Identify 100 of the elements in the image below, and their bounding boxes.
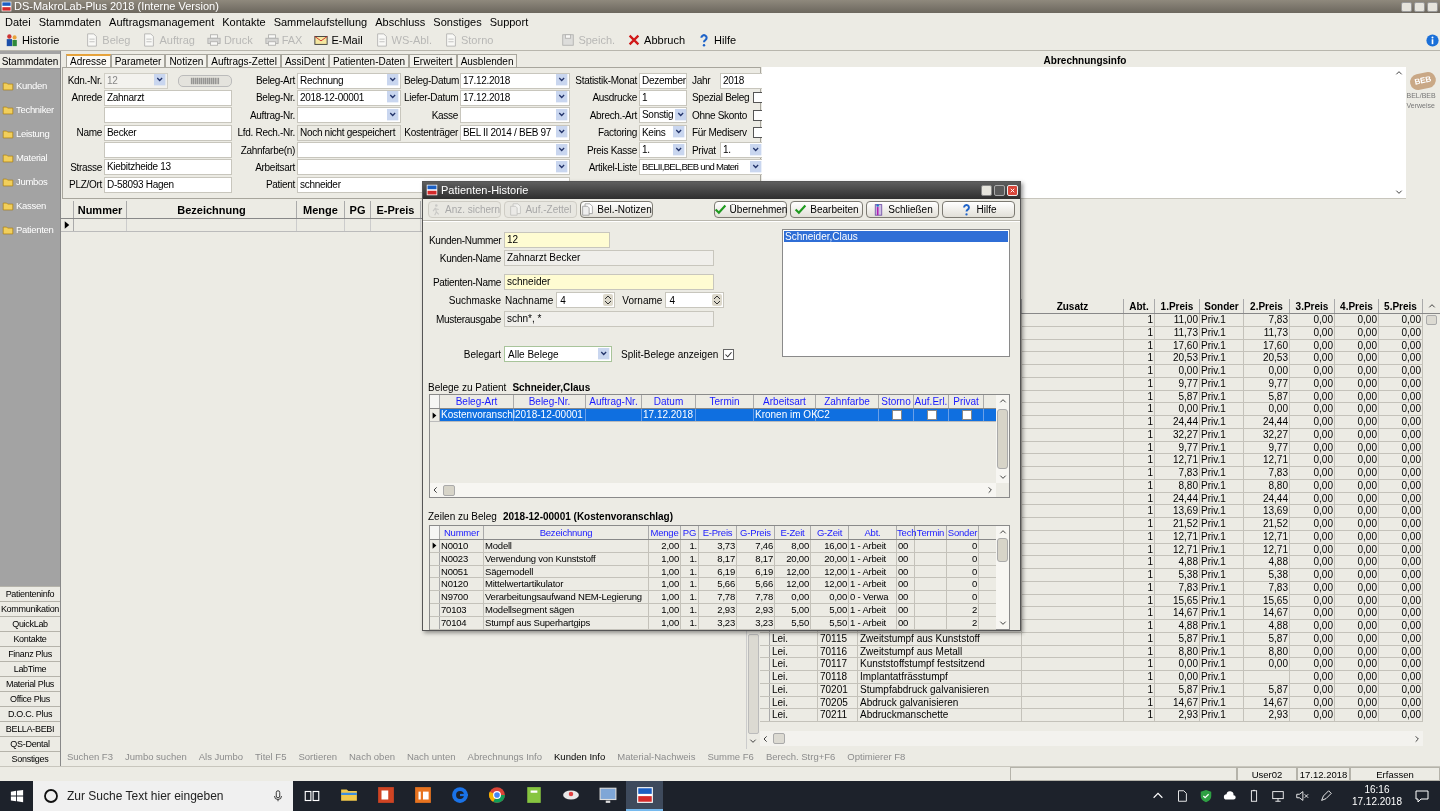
table-cell: Abdruckmanschette — [858, 709, 1022, 721]
table-cell: Priv.1 — [1200, 543, 1244, 556]
table-cell: 1 — [1124, 581, 1155, 594]
table-cell: Kronen im OK — [755, 409, 818, 421]
table-cell: 2,00 — [649, 540, 681, 552]
field-label: Suchmaske — [447, 293, 501, 308]
field-label: Factoring — [597, 126, 637, 141]
table-cell: 0,00 — [1379, 377, 1423, 390]
table-cell: 1 — [1124, 416, 1155, 428]
table-cell: 7,83 — [1244, 314, 1290, 326]
table-cell: 0,00 — [1290, 645, 1335, 658]
window-title: DS-MakroLab-Plus 2018 (Interne Version) — [14, 0, 219, 13]
table-cell: 0,00 — [1335, 492, 1379, 505]
table-cell: 0,00 — [1155, 658, 1200, 670]
table-cell: 1 — [1124, 428, 1155, 441]
table-cell: 7,83 — [1244, 581, 1290, 594]
table-cell: 0,00 — [1379, 658, 1423, 670]
table-cell: Stumpfabdruck galvanisieren — [858, 683, 1022, 696]
table-cell: 0,00 — [1155, 403, 1200, 415]
table-cell: 12,71 — [1155, 530, 1200, 543]
table-cell: 20,53 — [1155, 352, 1200, 364]
field-label: Ausdrucke — [591, 91, 637, 106]
table-cell: 70205 — [818, 696, 858, 709]
table-cell: Priv.1 — [1200, 314, 1244, 326]
table-cell: 4,88 — [1244, 620, 1290, 632]
field-label: Jahr — [691, 74, 712, 88]
table-cell: 0,00 — [1290, 569, 1335, 581]
table-cell: 1 — [1124, 518, 1155, 530]
section-value: 2018-12-00001 (Kostenvoranschlag) — [502, 510, 673, 524]
table-cell: 5,87 — [1244, 390, 1290, 403]
table-cell: 0,00 — [1335, 403, 1379, 415]
table-cell: 5,00 — [775, 604, 811, 616]
table-cell: 5,50 — [775, 616, 811, 629]
field-label: Musterausgabe — [434, 312, 501, 327]
table-cell: 0,00 — [1379, 454, 1423, 466]
table-cell: 2 — [947, 616, 979, 629]
table-cell: 8,80 — [1155, 479, 1200, 492]
table-cell: 1 — [1124, 441, 1155, 454]
table-cell: 0,00 — [1244, 658, 1290, 670]
table-cell: Priv.1 — [1200, 339, 1244, 352]
table-cell: 3,23 — [737, 616, 775, 629]
table-cell: 0,00 — [1290, 314, 1335, 326]
table-cell: Priv.1 — [1200, 505, 1244, 517]
table-cell: 11,73 — [1244, 326, 1290, 339]
table-cell: 0,00 — [1335, 518, 1379, 530]
table-cell: 0,00 — [1290, 543, 1335, 556]
table-cell: Priv.1 — [1200, 581, 1244, 594]
table-cell: 8,80 — [1155, 645, 1200, 658]
table-cell: 9,77 — [1244, 377, 1290, 390]
table-cell: Priv.1 — [1200, 428, 1244, 441]
field-label: Arbeitsart — [254, 160, 295, 175]
table-cell: Priv.1 — [1200, 403, 1244, 415]
field-label: Anrede — [70, 91, 102, 106]
table-cell: 8,80 — [1244, 479, 1290, 492]
table-cell: 5,50 — [811, 616, 849, 629]
table-cell: 17.12.2018 — [643, 409, 694, 421]
table-cell: 1 — [1124, 569, 1155, 581]
table-cell: 0,00 — [1335, 709, 1379, 721]
table-cell: 0,00 — [811, 591, 849, 603]
table-cell: Abdruck galvanisieren — [858, 696, 1022, 709]
table-cell: 0,00 — [1379, 607, 1423, 619]
table-cell: 0,00 — [1335, 441, 1379, 454]
table-cell: 0,00 — [1335, 326, 1379, 339]
table-cell: 1 — [1124, 365, 1155, 377]
section-label: Zeilen zu Beleg — [428, 510, 497, 524]
table-cell: 7,78 — [699, 591, 737, 603]
table-cell: Kostenvoranschl — [441, 409, 515, 421]
field-label: Artikel-Liste — [587, 160, 637, 175]
table-cell: Priv.1 — [1200, 620, 1244, 632]
table-cell: Priv.1 — [1200, 530, 1244, 543]
table-cell: 1 - Arbeit — [849, 616, 897, 629]
field-label: Beleg-Art — [255, 74, 295, 88]
table-cell: 1 — [1124, 607, 1155, 619]
table-cell: 1 — [1124, 390, 1155, 403]
field-label: Lfd. Rech.-Nr. — [237, 126, 295, 141]
table-cell: 0,00 — [1290, 556, 1335, 568]
table-cell: 00 — [897, 604, 915, 616]
table-cell: 20,00 — [811, 552, 849, 565]
table-cell: 0,00 — [1335, 479, 1379, 492]
table-cell: Lei. — [770, 709, 818, 721]
status-field: User02 — [1237, 767, 1297, 781]
table-cell: 0,00 — [1335, 365, 1379, 377]
table-cell: 00 — [897, 578, 915, 591]
table-cell: 1 — [1124, 403, 1155, 415]
table-cell: 00 — [897, 552, 915, 565]
table-cell: 0,00 — [1335, 581, 1379, 594]
table-cell: 0 — [947, 578, 979, 591]
table-cell: 70118 — [818, 671, 858, 683]
table-cell: 0,00 — [1290, 365, 1335, 377]
status-field: Erfassen — [1350, 767, 1440, 781]
table-cell: 9,77 — [1155, 441, 1200, 454]
table-cell: 2,93 — [1155, 709, 1200, 721]
table-cell: 32,27 — [1244, 428, 1290, 441]
field-label: Belegart — [462, 347, 501, 362]
table-cell: 1 - Arbeit — [849, 565, 897, 578]
field-label: Name — [75, 126, 102, 141]
table-cell: 0,00 — [1335, 339, 1379, 352]
table-cell: 9,77 — [1244, 441, 1290, 454]
table-cell: 8,17 — [737, 552, 775, 565]
table-cell: 21,52 — [1244, 518, 1290, 530]
